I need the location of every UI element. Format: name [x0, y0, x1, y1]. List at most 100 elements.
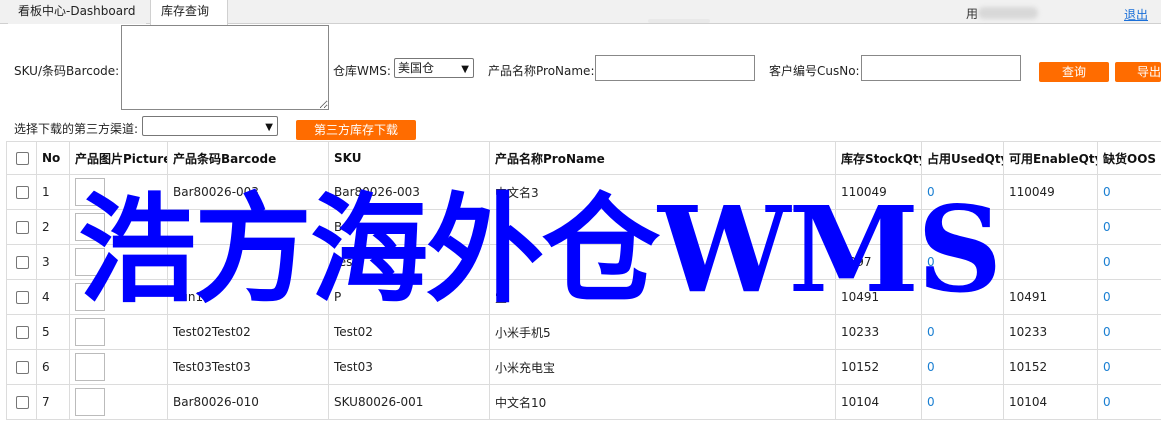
cell-proname — [489, 209, 836, 245]
cell-enable: 10152 — [1003, 349, 1098, 385]
blurred-area — [648, 19, 710, 23]
query-button[interactable]: 查询 — [1039, 62, 1109, 82]
cell-enable — [1003, 244, 1098, 280]
product-image[interactable] — [75, 388, 105, 416]
product-image[interactable] — [75, 318, 105, 346]
export-button[interactable]: 导出 — [1115, 62, 1161, 82]
third-party-download-button[interactable]: 第三方库存下载 — [296, 120, 416, 140]
chevron-down-icon: ▼ — [461, 64, 469, 75]
cell-proname: 小米充电宝 — [489, 349, 836, 385]
product-image[interactable] — [75, 353, 105, 381]
cell-stock — [835, 209, 922, 245]
cell-enable: 10233 — [1003, 314, 1098, 350]
product-image[interactable] — [75, 213, 105, 241]
row-select-cell — [6, 174, 37, 210]
user-label: 用 — [966, 7, 979, 21]
cell-oos-link[interactable]: 0 — [1097, 314, 1161, 350]
user-name-blurred — [978, 7, 1038, 19]
cell-stock: 110049 — [835, 174, 922, 210]
table-row: 2 Ba 0 — [6, 209, 1161, 245]
cell-no: 1 — [36, 174, 70, 210]
cell-stock: 10152 — [835, 349, 922, 385]
warehouse-select[interactable]: 美国仓 ▼ — [394, 58, 474, 78]
cell-used-link[interactable]: 0 — [921, 384, 1004, 420]
table-row: 7 Bar80026-010 SKU80026-001 中文名10 10104 … — [6, 384, 1161, 420]
cell-no: 3 — [36, 244, 70, 280]
channel-select[interactable]: ▼ — [142, 116, 278, 136]
row-select-cell — [6, 209, 37, 245]
cell-picture — [69, 314, 168, 350]
cell-proname: 宝 — [489, 279, 836, 315]
cell-oos-link[interactable]: 0 — [1097, 174, 1161, 210]
row-select-cell — [6, 349, 37, 385]
cell-oos-link[interactable]: 0 — [1097, 244, 1161, 280]
col-header: 产品条码Barcode — [167, 141, 329, 175]
row-checkbox[interactable] — [16, 256, 29, 269]
cell-stock: 9997 — [835, 244, 922, 280]
cell-oos-link[interactable]: 0 — [1097, 349, 1161, 385]
cell-used-link[interactable]: 0 — [921, 174, 1004, 210]
cell-picture — [69, 244, 168, 280]
row-select-cell — [6, 279, 37, 315]
cell-picture — [69, 174, 168, 210]
col-header: 产品名称ProName — [489, 141, 836, 175]
cell-oos-link[interactable]: 0 — [1097, 279, 1161, 315]
cell-enable: 10104 — [1003, 384, 1098, 420]
cell-stock: 10233 — [835, 314, 922, 350]
cell-proname: 中文名10 — [489, 384, 836, 420]
proname-label: 产品名称ProName: — [488, 64, 595, 78]
cell-sku: Bar80026-003 — [328, 174, 490, 210]
logout-link[interactable]: 退出 — [1124, 6, 1148, 23]
table-row: 5 Test02Test02 Test02 小米手机5 10233 0 1023… — [6, 314, 1161, 350]
cell-stock: 10104 — [835, 384, 922, 420]
col-header: SKU — [328, 141, 490, 175]
product-image[interactable] — [75, 248, 105, 276]
cell-sku: tes — [328, 244, 490, 280]
sku-barcode-textarea[interactable] — [121, 25, 329, 110]
cell-used-link[interactable] — [921, 209, 1004, 245]
cell-oos-link[interactable]: 0 — [1097, 384, 1161, 420]
cell-enable — [1003, 209, 1098, 245]
chevron-down-icon: ▼ — [265, 122, 273, 133]
cell-barcode: Kun1 — [167, 279, 329, 315]
cell-oos-link[interactable]: 0 — [1097, 209, 1161, 245]
cell-proname: 小米手机5 — [489, 314, 836, 350]
cell-sku: SKU80026-001 — [328, 384, 490, 420]
inventory-table: No 产品图片Picture 产品条码Barcode SKU 产品名称ProNa… — [6, 141, 1161, 420]
cell-used-link[interactable]: 0 — [921, 314, 1004, 350]
cell-barcode — [167, 244, 329, 280]
col-header: No — [36, 141, 70, 175]
row-checkbox[interactable] — [16, 361, 29, 374]
channel-label: 选择下载的第三方渠道: — [14, 122, 139, 136]
cell-barcode: Test02Test02 — [167, 314, 329, 350]
cell-used-link[interactable]: 0 — [921, 349, 1004, 385]
cell-barcode — [167, 209, 329, 245]
row-checkbox[interactable] — [16, 396, 29, 409]
cell-no: 7 — [36, 384, 70, 420]
cell-used-link[interactable]: 0 — [921, 244, 1004, 280]
cell-picture — [69, 384, 168, 420]
cell-used-link[interactable] — [921, 279, 1004, 315]
row-checkbox[interactable] — [16, 221, 29, 234]
tab-inventory-label: 库存查询 — [161, 4, 210, 18]
proname-input[interactable] — [595, 55, 755, 81]
product-image[interactable] — [75, 283, 105, 311]
table-row: 4 Kun1 P 宝 10491 10491 0 — [6, 279, 1161, 315]
tab-inventory-query[interactable]: 库存查询× — [150, 0, 228, 41]
cell-no: 6 — [36, 349, 70, 385]
row-checkbox[interactable] — [16, 291, 29, 304]
select-all-checkbox[interactable] — [16, 152, 29, 165]
col-header: 库存StockQty — [835, 141, 922, 175]
cell-proname: 中文名3 — [489, 174, 836, 210]
product-image[interactable] — [75, 178, 105, 206]
cusno-input[interactable] — [861, 55, 1021, 81]
row-checkbox[interactable] — [16, 186, 29, 199]
cell-no: 5 — [36, 314, 70, 350]
cell-proname — [489, 244, 836, 280]
col-header: 产品图片Picture — [69, 141, 168, 175]
cell-barcode: Bar80026-003 — [167, 174, 329, 210]
row-checkbox[interactable] — [16, 326, 29, 339]
row-select-cell — [6, 314, 37, 350]
cell-picture — [69, 349, 168, 385]
tab-dashboard[interactable]: 看板中心-Dashboard — [8, 0, 146, 24]
